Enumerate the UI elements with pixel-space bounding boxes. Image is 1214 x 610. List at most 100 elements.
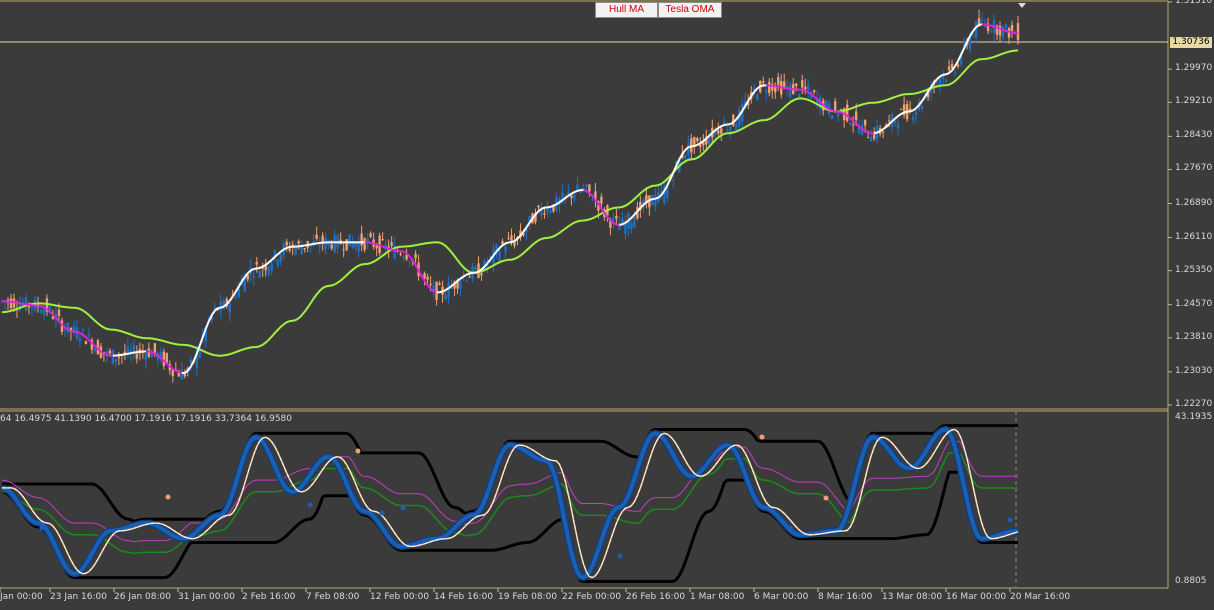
candle-body: [381, 238, 384, 240]
time-axis-label: 16 Mar 00:00: [946, 592, 1007, 602]
candle-body: [324, 237, 327, 250]
candle-body: [887, 120, 891, 122]
candle-body: [180, 369, 184, 380]
hull-ma-segment: [1008, 30, 1013, 34]
candle-body: [117, 356, 121, 358]
hull-ma-segment: [106, 354, 111, 357]
trading-chart[interactable]: [0, 0, 1214, 610]
hull-ma-segment: [124, 352, 129, 356]
hull-ma-segment: [996, 26, 1001, 30]
hull-ma-segment: [693, 144, 698, 147]
candle-body: [911, 117, 915, 120]
hull-ma-segment: [304, 244, 308, 247]
price-axis-label: 1.23030: [1175, 365, 1213, 376]
hull-ma-button[interactable]: Hull MA: [595, 2, 658, 18]
candle-body: [899, 109, 903, 111]
hull-ma-segment: [283, 247, 288, 251]
hull-ma-segment: [466, 272, 470, 276]
candle-body: [756, 94, 759, 101]
candle-body: [699, 144, 702, 147]
hull-ma-segment: [256, 266, 260, 270]
hull-ma-segment: [999, 27, 1004, 31]
hull-ma-segment: [864, 130, 869, 134]
candle-body: [813, 90, 816, 92]
hull-ma-segment: [76, 331, 81, 334]
hull-ma-segment: [198, 336, 204, 346]
time-axis-label: 19 Feb 08:00: [498, 592, 558, 602]
hull-ma-segment: [759, 84, 764, 88]
hull-ma-segment: [370, 241, 374, 245]
hull-ma-segment: [505, 241, 509, 245]
candle-body: [696, 137, 699, 142]
indicator-values-readout: 64 16.4975 41.1390 16.4700 17.1916 17.19…: [0, 414, 292, 424]
hull-ma-segment: [286, 245, 291, 249]
hull-ma-segment: [553, 203, 557, 207]
hull-ma-segment: [621, 221, 626, 226]
candle-body: [39, 310, 43, 313]
osc-signal-dot: [759, 434, 765, 440]
hull-ma-segment: [828, 108, 833, 112]
hull-ma-segment: [781, 86, 785, 89]
candle-body: [947, 66, 951, 71]
hull-ma-segment: [127, 352, 132, 355]
time-axis-label: 22 Feb 00:00: [562, 592, 622, 602]
candle-body: [234, 296, 237, 298]
hull-ma-segment: [775, 85, 779, 88]
candle-body: [114, 358, 118, 362]
hull-ma-segment: [13, 301, 18, 304]
candle-body: [111, 349, 115, 364]
time-axis-label: 23 Jan 16:00: [50, 592, 107, 602]
osc-signal-dot: [39, 525, 45, 531]
osc-signal-dot: [355, 448, 361, 454]
hull-ma-segment: [442, 289, 446, 293]
time-axis-label: 12 Feb 00:00: [370, 592, 430, 602]
osc-axis-bottom: 0.8805: [1175, 576, 1207, 586]
candle-body: [87, 334, 91, 337]
time-axis-label: 13 Mar 08:00: [882, 592, 943, 602]
candle-body: [1016, 23, 1020, 41]
hull-ma-segment: [376, 243, 380, 247]
tesla-oma-button[interactable]: Tesla OMA: [658, 2, 722, 18]
candle-body: [360, 233, 363, 246]
hull-ma-segment: [541, 206, 545, 210]
hull-ma-segment: [16, 301, 21, 305]
candle-body: [444, 294, 447, 300]
candle-body: [474, 266, 477, 270]
osc-signal-dot: [400, 505, 406, 511]
hull-ma-segment: [882, 126, 887, 131]
time-axis-label: 26 Feb 16:00: [626, 592, 686, 602]
candle-body: [726, 129, 729, 131]
candle-body: [315, 234, 318, 239]
candle-body: [438, 283, 441, 285]
candle-body: [57, 309, 61, 316]
price-axis-label: 1.25350: [1175, 264, 1213, 275]
candle-body: [342, 249, 345, 251]
candle-body: [144, 353, 148, 361]
hull-ma-segment: [1002, 28, 1007, 32]
candle-body: [108, 350, 112, 354]
candle-body: [549, 210, 552, 213]
candle-body: [944, 79, 948, 82]
candle-body: [228, 303, 231, 313]
hull-ma-segment: [382, 245, 386, 249]
candle-body: [1010, 25, 1014, 31]
hull-ma-segment: [978, 23, 983, 26]
hull-ma-segment: [547, 205, 551, 209]
candle-body: [390, 242, 393, 246]
osc-signal-dot: [787, 525, 793, 531]
hull-ma-segment: [67, 328, 72, 332]
price-axis-label: 1.24570: [1175, 298, 1213, 309]
candle-body: [276, 259, 279, 266]
oscillator-panel: [1, 424, 1019, 583]
candle-body: [588, 184, 591, 192]
hull-ma-segment: [385, 246, 389, 250]
candle-body: [720, 128, 723, 134]
hull-ma-segment: [837, 110, 842, 114]
hull-ma-segment: [433, 290, 437, 294]
candle-body: [267, 266, 270, 275]
candle-body: [303, 248, 306, 250]
candle-body: [600, 196, 603, 204]
hull-ma-segment: [688, 145, 692, 149]
candle-body: [573, 194, 576, 200]
price-axis-label: 1.28430: [1175, 130, 1213, 141]
